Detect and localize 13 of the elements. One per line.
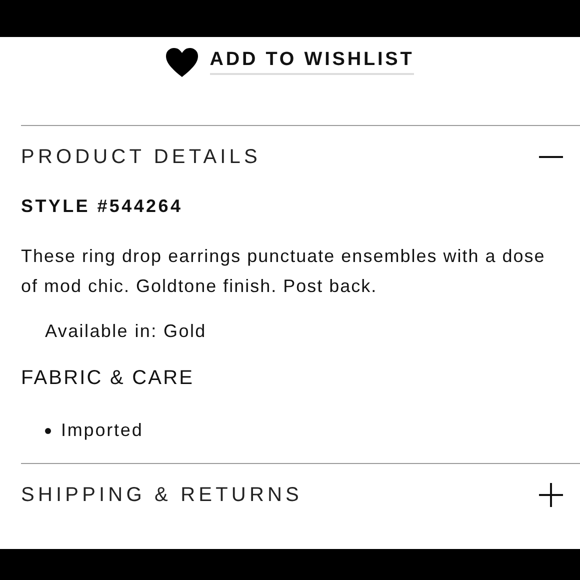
section-title: SHIPPING & RETURNS <box>21 484 302 506</box>
section-header[interactable]: SHIPPING & RETURNS <box>21 464 580 526</box>
expand-icon[interactable] <box>539 483 563 507</box>
product-description: These ring drop earrings punctuate ensembles with a dose of mod chic. Goldtone finish. Post back. <box>21 245 546 298</box>
add-to-wishlist-link[interactable]: ADD TO WISHLIST <box>210 49 414 75</box>
section-header[interactable]: PRODUCT DETAILS <box>21 126 580 188</box>
bullet-icon <box>45 428 51 434</box>
availability-text: Available in: Gold <box>45 321 208 342</box>
style-number: STYLE #544264 <box>21 196 184 217</box>
bullet-text: Imported <box>61 420 144 441</box>
section-title: PRODUCT DETAILS <box>21 146 261 168</box>
heart-icon[interactable] <box>166 48 198 76</box>
subheading: FABRIC & CARE <box>21 367 196 390</box>
